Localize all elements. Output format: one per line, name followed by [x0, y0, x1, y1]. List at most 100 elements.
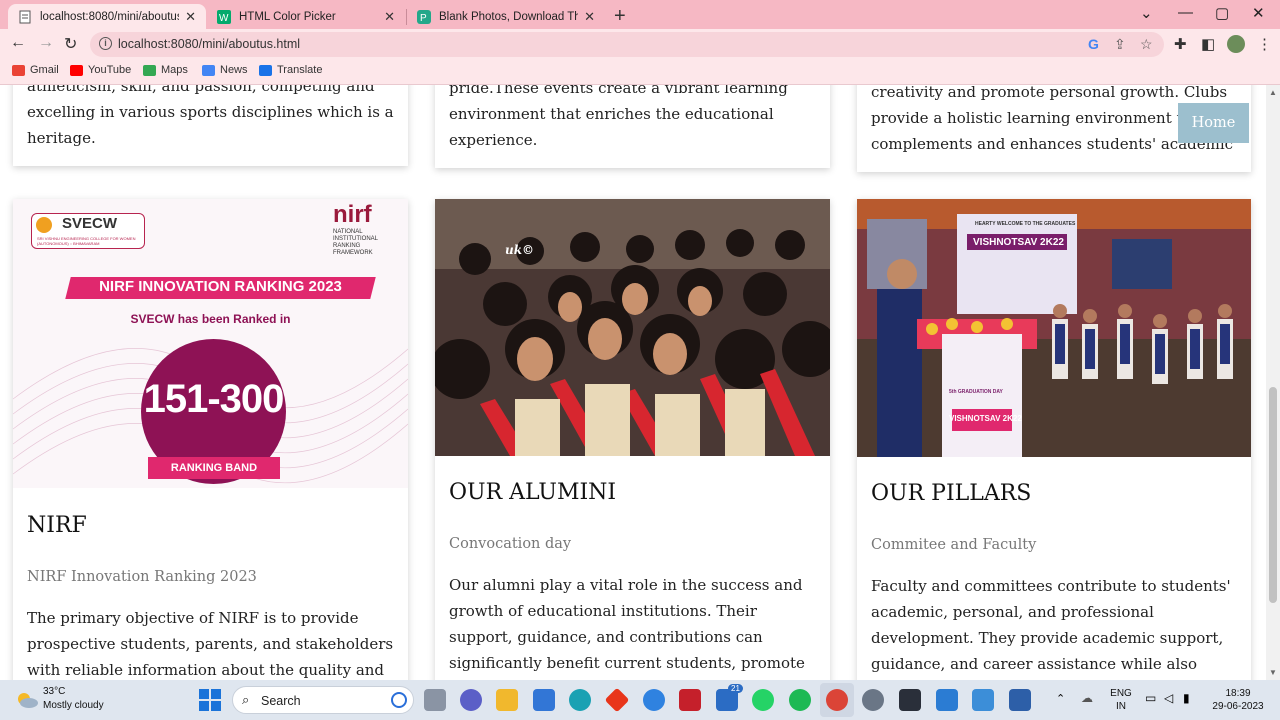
teams-chat-icon[interactable]: [460, 689, 482, 711]
close-tab-icon[interactable]: ✕: [584, 9, 595, 25]
nirf-logo: nirf NATIONAL INSTITUTIONAL RANKING FRAM…: [333, 201, 389, 257]
event-name: VISHNOTSAV 2K22: [973, 237, 1064, 248]
translate-icon: [259, 64, 272, 76]
vscode-icon[interactable]: [936, 689, 958, 711]
chrome-icon[interactable]: [826, 689, 848, 711]
maximize-icon[interactable]: ▢: [1215, 4, 1229, 22]
college-emblem-icon: [36, 217, 52, 233]
card-text: The primary objective of NIRF is to prov…: [27, 609, 394, 679]
close-window-icon[interactable]: ✕: [1252, 4, 1265, 22]
home-button[interactable]: Home: [1178, 103, 1249, 143]
settings-icon[interactable]: [862, 689, 884, 711]
gmail-icon: [12, 64, 25, 76]
task-view-icon[interactable]: [424, 689, 446, 711]
back-icon[interactable]: ←: [10, 34, 26, 52]
notepad-icon[interactable]: [972, 689, 994, 711]
close-tab-icon[interactable]: ✕: [384, 9, 395, 25]
whatsapp-icon[interactable]: [752, 689, 774, 711]
tab-search-icon[interactable]: ⌄: [1140, 4, 1153, 22]
python-icon[interactable]: [643, 689, 665, 711]
nirf-line: NATIONAL: [333, 229, 363, 235]
address-bar[interactable]: i localhost:8080/mini/aboutus.html G ⇪ ☆: [90, 32, 1164, 57]
clock[interactable]: 18:39 29-06-2023: [1207, 687, 1269, 713]
bookmark-translate[interactable]: Translate: [259, 64, 322, 76]
welcome-banner-text: HEARTY WELCOME TO THE GRADUATES: [975, 221, 1076, 227]
banner-text: NIRF INNOVATION RANKING 2023: [99, 278, 342, 295]
share-icon[interactable]: ⇪: [1114, 36, 1126, 53]
bookmark-youtube[interactable]: YouTube: [70, 64, 131, 76]
nirf-line: INSTITUTIONAL: [333, 236, 379, 242]
tab-color-picker[interactable]: W HTML Color Picker ✕: [207, 4, 405, 29]
search-icon: ⌕: [242, 692, 250, 707]
bookmark-label: Gmail: [30, 64, 59, 76]
tab-title: localhost:8080/mini/aboutus.htm: [40, 10, 179, 23]
region-code: IN: [1116, 701, 1126, 712]
ribbon-text: RANKING BAND: [170, 462, 258, 474]
card-subtitle: Convocation day: [449, 536, 572, 552]
card-text: Our alumni play a vital role in the succ…: [449, 576, 805, 672]
volume-icon[interactable]: ◁: [1164, 691, 1173, 705]
page-viewport: athleticism, skill, and passion, competi…: [0, 85, 1266, 680]
file-explorer-icon[interactable]: [496, 689, 518, 711]
url-text: localhost:8080/mini/aboutus.html: [118, 37, 301, 51]
mcafee-icon[interactable]: [679, 689, 701, 711]
app-window-icon[interactable]: [1009, 689, 1031, 711]
spotify-icon[interactable]: [789, 689, 811, 711]
events-card: pride.These events create a vibrant lear…: [435, 85, 830, 168]
nirf-card: SVECW SRI VISHNU ENGINEERING COLLEGE FOR…: [13, 199, 408, 680]
app-icon[interactable]: [604, 687, 630, 713]
weather-temp[interactable]: 33°C: [43, 686, 65, 697]
store-icon[interactable]: [533, 689, 555, 711]
weather-cloudy-icon[interactable]: [15, 691, 39, 709]
scroll-up-icon[interactable]: ▲: [1269, 88, 1277, 97]
tab-strip: localhost:8080/mini/aboutus.htm ✕ W HTML…: [0, 0, 1280, 29]
card-text: pride.These events create a vibrant lear…: [449, 85, 788, 149]
bookmark-news[interactable]: News: [202, 64, 248, 76]
taskbar-search[interactable]: ⌕ Search: [232, 686, 414, 714]
battery-icon[interactable]: ▮: [1183, 691, 1190, 705]
weather-desc[interactable]: Mostly cloudy: [43, 700, 104, 711]
bookmarks-bar: Gmail YouTube Maps News Translate: [0, 59, 1280, 85]
tab-blank-photos[interactable]: P Blank Photos, Download The BES ✕: [407, 4, 605, 29]
close-tab-icon[interactable]: ✕: [185, 9, 196, 25]
profile-avatar[interactable]: [1227, 35, 1245, 53]
windows-start-icon[interactable]: [199, 689, 221, 711]
tab-aboutus[interactable]: localhost:8080/mini/aboutus.htm ✕: [8, 4, 206, 29]
side-panel-icon[interactable]: ◧: [1201, 35, 1215, 53]
card-subtitle: Commitee and Faculty: [871, 537, 1037, 553]
svg-text:W: W: [219, 13, 229, 24]
google-lens-icon[interactable]: G: [1088, 36, 1099, 52]
tray-chevron-icon[interactable]: ⌃: [1056, 692, 1065, 705]
language-code: ENG: [1110, 688, 1132, 699]
onedrive-cloud-icon[interactable]: ☁: [1081, 691, 1093, 705]
scroll-down-icon[interactable]: ▼: [1269, 668, 1277, 677]
terminal-icon[interactable]: [899, 689, 921, 711]
graduation-day-photo: HEARTY WELCOME TO THE GRADUATES VISHNOTS…: [857, 199, 1251, 457]
minimize-icon[interactable]: —: [1178, 4, 1193, 21]
maps-icon: [143, 64, 156, 76]
tab-title: HTML Color Picker: [239, 10, 336, 23]
nirf-wordmark: nirf: [333, 201, 372, 228]
card-text: Faculty and committees contribute to stu…: [871, 577, 1231, 673]
reload-icon[interactable]: ↻: [64, 34, 77, 54]
edge-icon[interactable]: [569, 689, 591, 711]
site-info-icon[interactable]: i: [99, 37, 112, 50]
tab-title: Blank Photos, Download The BES: [439, 10, 579, 23]
bookmark-gmail[interactable]: Gmail: [12, 64, 59, 76]
bookmark-star-icon[interactable]: ☆: [1140, 36, 1153, 53]
bookmark-label: Translate: [277, 64, 323, 76]
card-title: OUR ALUMINI: [449, 480, 617, 505]
forward-icon[interactable]: →: [38, 34, 54, 52]
convocation-photo-image: [435, 199, 830, 456]
language-indicator[interactable]: ENG IN: [1108, 687, 1134, 713]
new-tab-icon[interactable]: +: [614, 5, 626, 28]
logo-subtext: SRI VISHNU ENGINEERING COLLEGE FOR WOMEN…: [37, 236, 136, 246]
network-icon[interactable]: ▭: [1145, 691, 1156, 705]
scroll-thumb[interactable]: [1269, 387, 1277, 603]
photo-watermark: uk©: [505, 243, 535, 257]
page-scrollbar[interactable]: ▲ ▼: [1266, 85, 1280, 680]
bookmark-maps[interactable]: Maps: [143, 64, 188, 76]
rank-value: 151-300: [143, 377, 285, 421]
menu-icon[interactable]: ⋮: [1257, 35, 1272, 53]
extensions-icon[interactable]: ✚: [1174, 35, 1187, 53]
